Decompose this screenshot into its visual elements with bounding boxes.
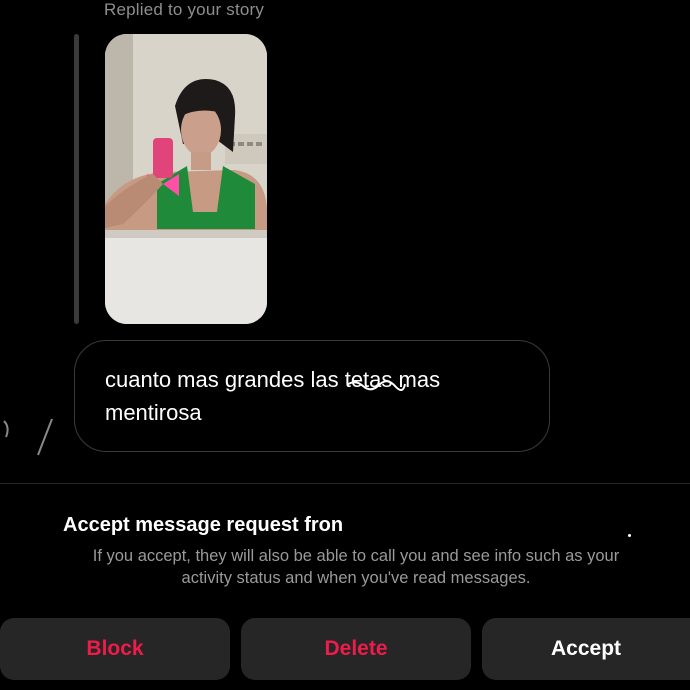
reaction-edge-icon — [0, 415, 56, 465]
story-thumbnail[interactable] — [105, 34, 267, 324]
reply-quote-bar — [74, 34, 79, 324]
replied-to-story-label: Replied to your story — [104, 0, 265, 19]
scribble-icon — [346, 380, 406, 391]
dot-icon — [628, 534, 631, 537]
divider — [0, 483, 690, 484]
request-info-line1: If you accept, they will also be able to… — [92, 547, 620, 565]
request-info-line2: activity status and when you've read mes… — [181, 569, 531, 587]
request-title: Accept message request fron — [63, 514, 344, 536]
block-button[interactable]: Block — [0, 618, 230, 680]
delete-button[interactable]: Delete — [241, 618, 471, 680]
message-bubble[interactable]: cuanto mas grandes las tetas mas mentiro… — [74, 340, 550, 452]
accept-button[interactable]: Accept — [482, 618, 690, 680]
story-photo-icon — [105, 34, 267, 324]
struck-word: tetas — [345, 367, 406, 392]
message-text-part1: cuanto mas grandes las — [105, 367, 339, 392]
request-info: If you accept, they will also be able to… — [0, 545, 690, 589]
message-text-line2: mentirosa — [105, 400, 202, 425]
